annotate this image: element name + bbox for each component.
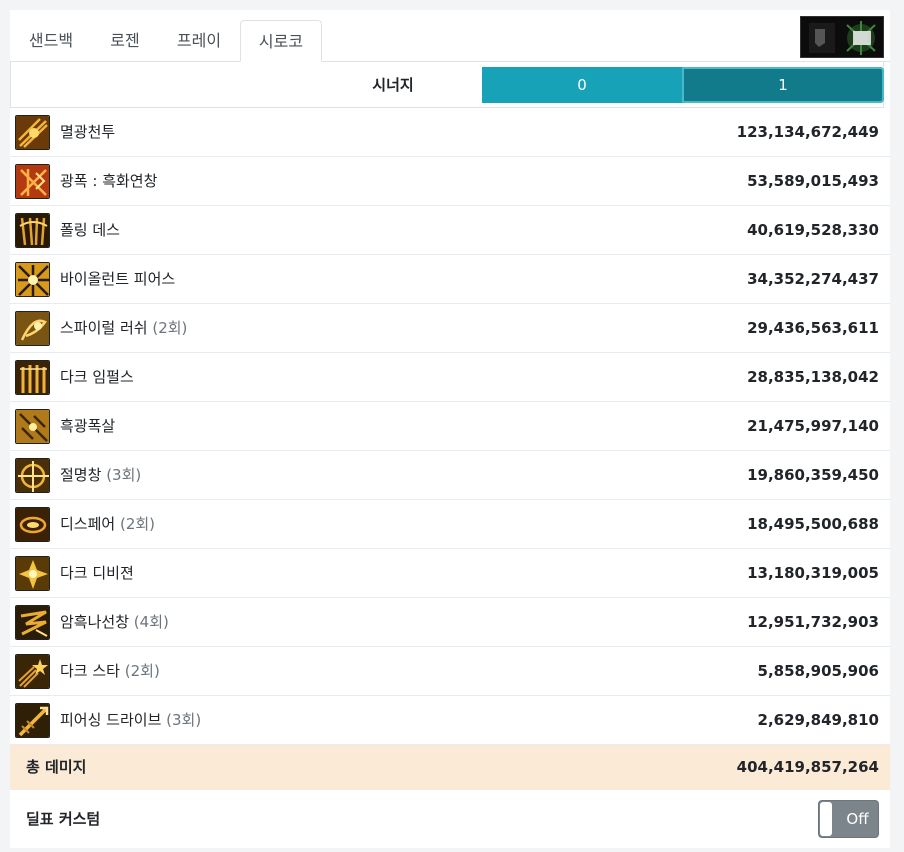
skill-damage: 34,352,274,437	[747, 270, 879, 288]
skill-count: (2회)	[119, 515, 156, 533]
tab-siroco[interactable]: 시로코	[240, 20, 322, 62]
skill-icon	[15, 311, 50, 346]
skill-count: (3회)	[106, 466, 142, 484]
skill-name: 멸광천투	[60, 123, 116, 141]
skill-row: 피어싱 드라이브 (3회) 2,629,849,810	[10, 696, 890, 745]
custom-table-label: 딜표 커스텀	[26, 810, 101, 828]
skill-damage: 28,835,138,042	[747, 368, 879, 386]
skill-icon	[15, 360, 50, 395]
tab-prey[interactable]: 프레이	[162, 20, 236, 62]
synergy-option-0[interactable]: 0	[482, 67, 682, 103]
skill-damage: 21,475,997,140	[747, 417, 879, 435]
skill-damage: 5,858,905,906	[757, 662, 879, 680]
skill-damage: 12,951,732,903	[747, 613, 879, 631]
total-damage-value: 404,419,857,264	[736, 758, 879, 776]
damage-card: 샌드백 로젠 프레이 시로코 시너지 0 1 멸광천투 123,134,672,…	[10, 10, 890, 848]
total-damage-label: 총 데미지	[26, 758, 87, 776]
skill-row: 흑광폭살 21,475,997,140	[10, 402, 890, 451]
skill-icon	[15, 164, 50, 199]
skill-name: 다크 임펄스	[60, 368, 134, 386]
skill-row: 디스페어 (2회) 18,495,500,688	[10, 500, 890, 549]
skill-row: 다크 스타 (2회) 5,858,905,906	[10, 647, 890, 696]
skill-damage: 18,495,500,688	[747, 515, 879, 533]
tab-sandbag[interactable]: 샌드백	[18, 20, 84, 62]
skill-damage: 123,134,672,449	[736, 123, 879, 141]
skill-row: 암흑나선창 (4회) 12,951,732,903	[10, 598, 890, 647]
toggle-state-text: Off	[846, 810, 869, 828]
skill-damage: 29,436,563,611	[747, 319, 879, 337]
skill-list: 멸광천투 123,134,672,449 광폭 : 흑화연창 53,589,01…	[10, 108, 890, 745]
total-damage-row: 총 데미지 404,419,857,264	[10, 745, 890, 790]
skill-damage: 2,629,849,810	[757, 711, 879, 729]
skill-row: 다크 디비젼 13,180,319,005	[10, 549, 890, 598]
skill-name: 폴링 데스	[60, 221, 120, 239]
skill-name: 스파이럴 러쉬	[60, 319, 148, 337]
skill-damage: 19,860,359,450	[747, 466, 879, 484]
skill-icon	[15, 409, 50, 444]
skill-damage: 53,589,015,493	[747, 172, 879, 190]
synergy-label: 시너지	[372, 76, 414, 94]
skill-count: (4회)	[133, 613, 169, 631]
skill-row: 바이올런트 피어스 34,352,274,437	[10, 255, 890, 304]
skill-icon	[15, 458, 50, 493]
skill-name: 디스페어	[60, 515, 116, 533]
skill-row: 다크 임펄스 28,835,138,042	[10, 353, 890, 402]
custom-table-toggle[interactable]: Off	[818, 800, 879, 838]
character-avatar	[800, 16, 884, 58]
skill-icon	[15, 605, 50, 640]
avatar-image	[801, 17, 883, 57]
skill-icon	[15, 703, 50, 738]
skill-row: 폴링 데스 40,619,528,330	[10, 206, 890, 255]
skill-icon	[15, 262, 50, 297]
skill-name: 다크 디비젼	[60, 564, 134, 582]
skill-icon	[15, 556, 50, 591]
skill-name: 바이올런트 피어스	[60, 270, 176, 288]
skill-name: 피어싱 드라이브	[60, 711, 162, 729]
tab-rosen[interactable]: 로젠	[96, 20, 154, 62]
skill-icon	[15, 507, 50, 542]
skill-damage: 13,180,319,005	[747, 564, 879, 582]
toggle-knob	[820, 802, 832, 836]
skill-count: (2회)	[124, 662, 160, 680]
skill-row: 스파이럴 러쉬 (2회) 29,436,563,611	[10, 304, 890, 353]
skill-damage: 40,619,528,330	[747, 221, 879, 239]
skill-name: 광폭 : 흑화연창	[60, 172, 158, 190]
skill-name: 절명창	[60, 466, 102, 484]
skill-name: 다크 스타	[60, 662, 120, 680]
skill-icon	[15, 654, 50, 689]
tab-bar: 샌드백 로젠 프레이 시로코	[10, 10, 890, 62]
custom-table-row: 딜표 커스텀 Off	[10, 790, 890, 848]
skill-row: 절명창 (3회) 19,860,359,450	[10, 451, 890, 500]
skill-name: 흑광폭살	[60, 417, 116, 435]
synergy-option-1[interactable]: 1	[682, 67, 884, 103]
skill-row: 광폭 : 흑화연창 53,589,015,493	[10, 157, 890, 206]
skill-icon	[15, 213, 50, 248]
skill-icon	[15, 115, 50, 150]
synergy-row: 시너지 0 1	[10, 62, 884, 108]
skill-count: (2회)	[152, 319, 188, 337]
skill-name: 암흑나선창	[60, 613, 130, 631]
skill-count: (3회)	[166, 711, 202, 729]
skill-row: 멸광천투 123,134,672,449	[10, 108, 890, 157]
